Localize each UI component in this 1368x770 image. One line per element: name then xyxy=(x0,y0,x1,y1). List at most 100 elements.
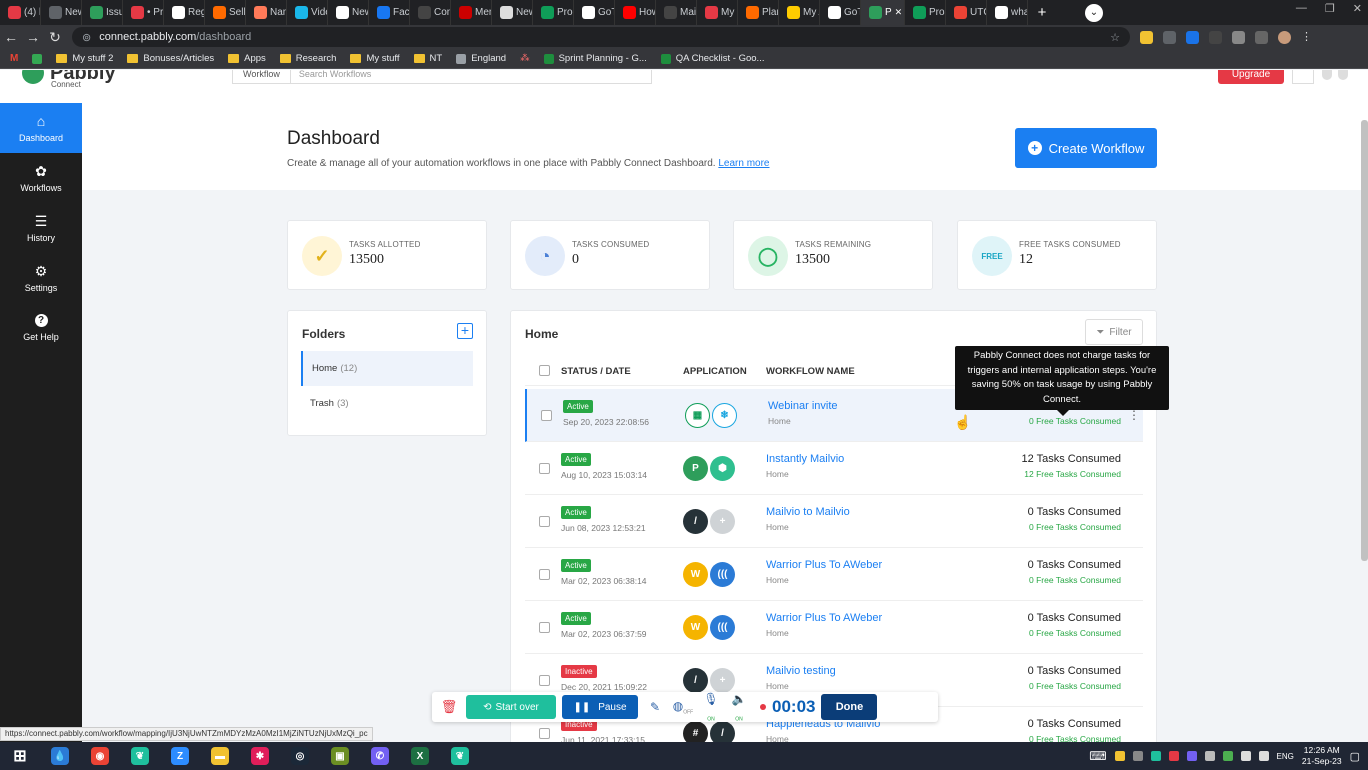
bookmark-item[interactable]: My stuff xyxy=(350,53,400,64)
select-all-checkbox[interactable] xyxy=(539,365,550,376)
row-checkbox[interactable] xyxy=(539,463,550,474)
done-button[interactable]: Done xyxy=(821,694,878,720)
maximize-icon[interactable]: ❐ xyxy=(1325,2,1335,15)
browser-tab[interactable]: Conv xyxy=(410,0,451,25)
taskbar-app[interactable]: Z xyxy=(160,742,200,770)
tray-icon[interactable] xyxy=(1186,751,1197,761)
browser-tab[interactable]: New xyxy=(41,0,82,25)
browser-tab[interactable]: GoTo xyxy=(820,0,861,25)
sidebar-item-get-help[interactable]: ? Get Help xyxy=(0,303,82,353)
close-tab-icon[interactable]: ✕ xyxy=(895,7,903,18)
sidebar-item-settings[interactable]: ⚙ Settings xyxy=(0,253,82,303)
row-checkbox[interactable] xyxy=(541,410,552,421)
tray-icon[interactable] xyxy=(1168,751,1179,761)
sidebar-item-history[interactable]: ☰ History xyxy=(0,203,82,253)
volume-icon[interactable] xyxy=(1258,751,1269,761)
start-over-button[interactable]: ⟲ Start over xyxy=(466,695,556,719)
browser-tab[interactable]: UTC xyxy=(946,0,987,25)
minimize-icon[interactable]: — xyxy=(1296,2,1307,15)
browser-tab[interactable]: GoTo xyxy=(574,0,615,25)
browser-tab[interactable]: Pros xyxy=(905,0,946,25)
taskbar-app[interactable]: ❦ xyxy=(120,742,160,770)
browser-tab[interactable]: Mem xyxy=(451,0,492,25)
folder-item-trash[interactable]: Trash (3) xyxy=(301,386,473,421)
avatar[interactable] xyxy=(1338,70,1348,80)
bookmark-star-icon[interactable]: ☆ xyxy=(1110,31,1120,44)
taskbar-app[interactable]: ✱ xyxy=(240,742,280,770)
browser-tab[interactable]: P ✕ xyxy=(861,0,905,25)
workflow-name-link[interactable]: Mailvio testing xyxy=(766,665,836,677)
row-checkbox[interactable] xyxy=(539,622,550,633)
workflow-name-link[interactable]: Instantly Mailvio xyxy=(766,453,844,465)
pause-button[interactable]: ❚❚ Pause xyxy=(562,695,638,719)
browser-tab[interactable]: (4) k xyxy=(0,0,41,25)
browser-tab[interactable]: Selle xyxy=(205,0,246,25)
new-tab-button[interactable]: + xyxy=(1031,2,1053,24)
taskbar-app[interactable]: X xyxy=(400,742,440,770)
profile-avatar[interactable] xyxy=(1278,30,1291,44)
row-checkbox[interactable] xyxy=(539,675,550,686)
sidebar-item-dashboard[interactable]: ⌂ Dashboard xyxy=(0,103,82,153)
browser-tab[interactable]: Face xyxy=(369,0,410,25)
workflow-name-link[interactable]: Warrior Plus To AWeber xyxy=(766,612,882,624)
browser-tab[interactable]: • Pro xyxy=(123,0,164,25)
language-indicator[interactable]: ENG xyxy=(1277,752,1294,761)
add-folder-button[interactable]: + xyxy=(457,323,473,339)
clock[interactable]: 12:26 AM 21-Sep-23 xyxy=(1302,745,1342,767)
taskbar-app[interactable]: ✆ xyxy=(360,742,400,770)
url-field[interactable]: ⊚ connect.pabbly.com/dashboard ☆ xyxy=(72,27,1130,47)
gmail-icon[interactable]: M xyxy=(10,53,18,64)
windows-start-icon[interactable]: ⊞ xyxy=(0,742,40,770)
bookmark-item[interactable]: Apps xyxy=(228,53,266,64)
tray-icon[interactable] xyxy=(1150,751,1161,761)
bookmark-item[interactable]: Research xyxy=(279,53,336,64)
taskbar-app[interactable]: ❦ xyxy=(440,742,480,770)
extension-icon[interactable] xyxy=(1186,30,1199,44)
bookmark-item[interactable]: ⁂ xyxy=(520,53,530,64)
taskbar-app[interactable]: 💧 xyxy=(40,742,80,770)
tray-icon[interactable] xyxy=(1204,751,1215,761)
apps-grid-icon[interactable] xyxy=(1292,70,1314,84)
camera-icon[interactable]: ◍OFF xyxy=(672,699,694,715)
bookmark-item[interactable]: QA Checklist - Goo... xyxy=(660,53,764,64)
pen-icon[interactable]: ✎ xyxy=(644,700,666,714)
folder-item-home[interactable]: Home (12) xyxy=(301,351,473,386)
taskbar-app[interactable]: ▬ xyxy=(200,742,240,770)
table-row[interactable]: Active Jun 08, 2023 12:53:21 /+ Mailvio to … xyxy=(525,495,1143,548)
workflow-name-link[interactable]: Warrior Plus To AWeber xyxy=(766,559,882,571)
tab-search-button[interactable]: ⌄ xyxy=(1085,3,1103,22)
table-row[interactable]: Active Mar 02, 2023 06:38:14 W(((Warrior P… xyxy=(525,548,1143,601)
browser-tab[interactable]: New xyxy=(492,0,533,25)
browser-tab[interactable]: Nam xyxy=(246,0,287,25)
pabbly-logo[interactable]: Pabbly Connect xyxy=(22,70,132,90)
upgrade-button[interactable]: Upgrade xyxy=(1218,70,1284,84)
taskbar-app[interactable]: ◎ xyxy=(280,742,320,770)
mic-icon[interactable]: 🎙ON xyxy=(700,692,722,722)
browser-tab[interactable]: My A xyxy=(779,0,820,25)
wifi-icon[interactable] xyxy=(1240,751,1251,761)
browser-tab[interactable]: what xyxy=(987,0,1028,25)
search-input[interactable]: Search Workflows xyxy=(291,70,371,79)
browser-tab[interactable]: Issue xyxy=(82,0,123,25)
row-checkbox[interactable] xyxy=(539,728,550,739)
workflow-name-link[interactable]: Mailvio to Mailvio xyxy=(766,506,850,518)
bookmark-item[interactable]: Sprint Planning - G... xyxy=(543,53,647,64)
close-window-icon[interactable]: ✕ xyxy=(1353,2,1362,15)
forward-icon[interactable]: → xyxy=(22,29,44,45)
reload-icon[interactable]: ↻ xyxy=(44,29,66,46)
taskbar-app[interactable]: ▣ xyxy=(320,742,360,770)
browser-tab[interactable]: How xyxy=(615,0,656,25)
notification-icon[interactable]: ▢ xyxy=(1350,750,1360,763)
workflow-name-link[interactable]: Webinar invite xyxy=(768,400,838,412)
browser-tab[interactable]: Vide xyxy=(287,0,328,25)
browser-tab[interactable]: Proc xyxy=(533,0,574,25)
bookmark-item[interactable]: England xyxy=(456,53,506,64)
page-scrollbar[interactable] xyxy=(1361,120,1368,561)
speaker-icon[interactable]: 🔈ON xyxy=(728,692,750,722)
trash-icon[interactable]: 🗑 xyxy=(438,699,460,715)
search-scope[interactable]: Workflow xyxy=(233,70,291,83)
bookmark-item[interactable]: My stuff 2 xyxy=(56,53,113,64)
extension-icon[interactable] xyxy=(1163,30,1176,44)
sidepanel-icon[interactable] xyxy=(1255,30,1268,44)
filter-button[interactable]: ⏷ Filter xyxy=(1085,319,1143,345)
